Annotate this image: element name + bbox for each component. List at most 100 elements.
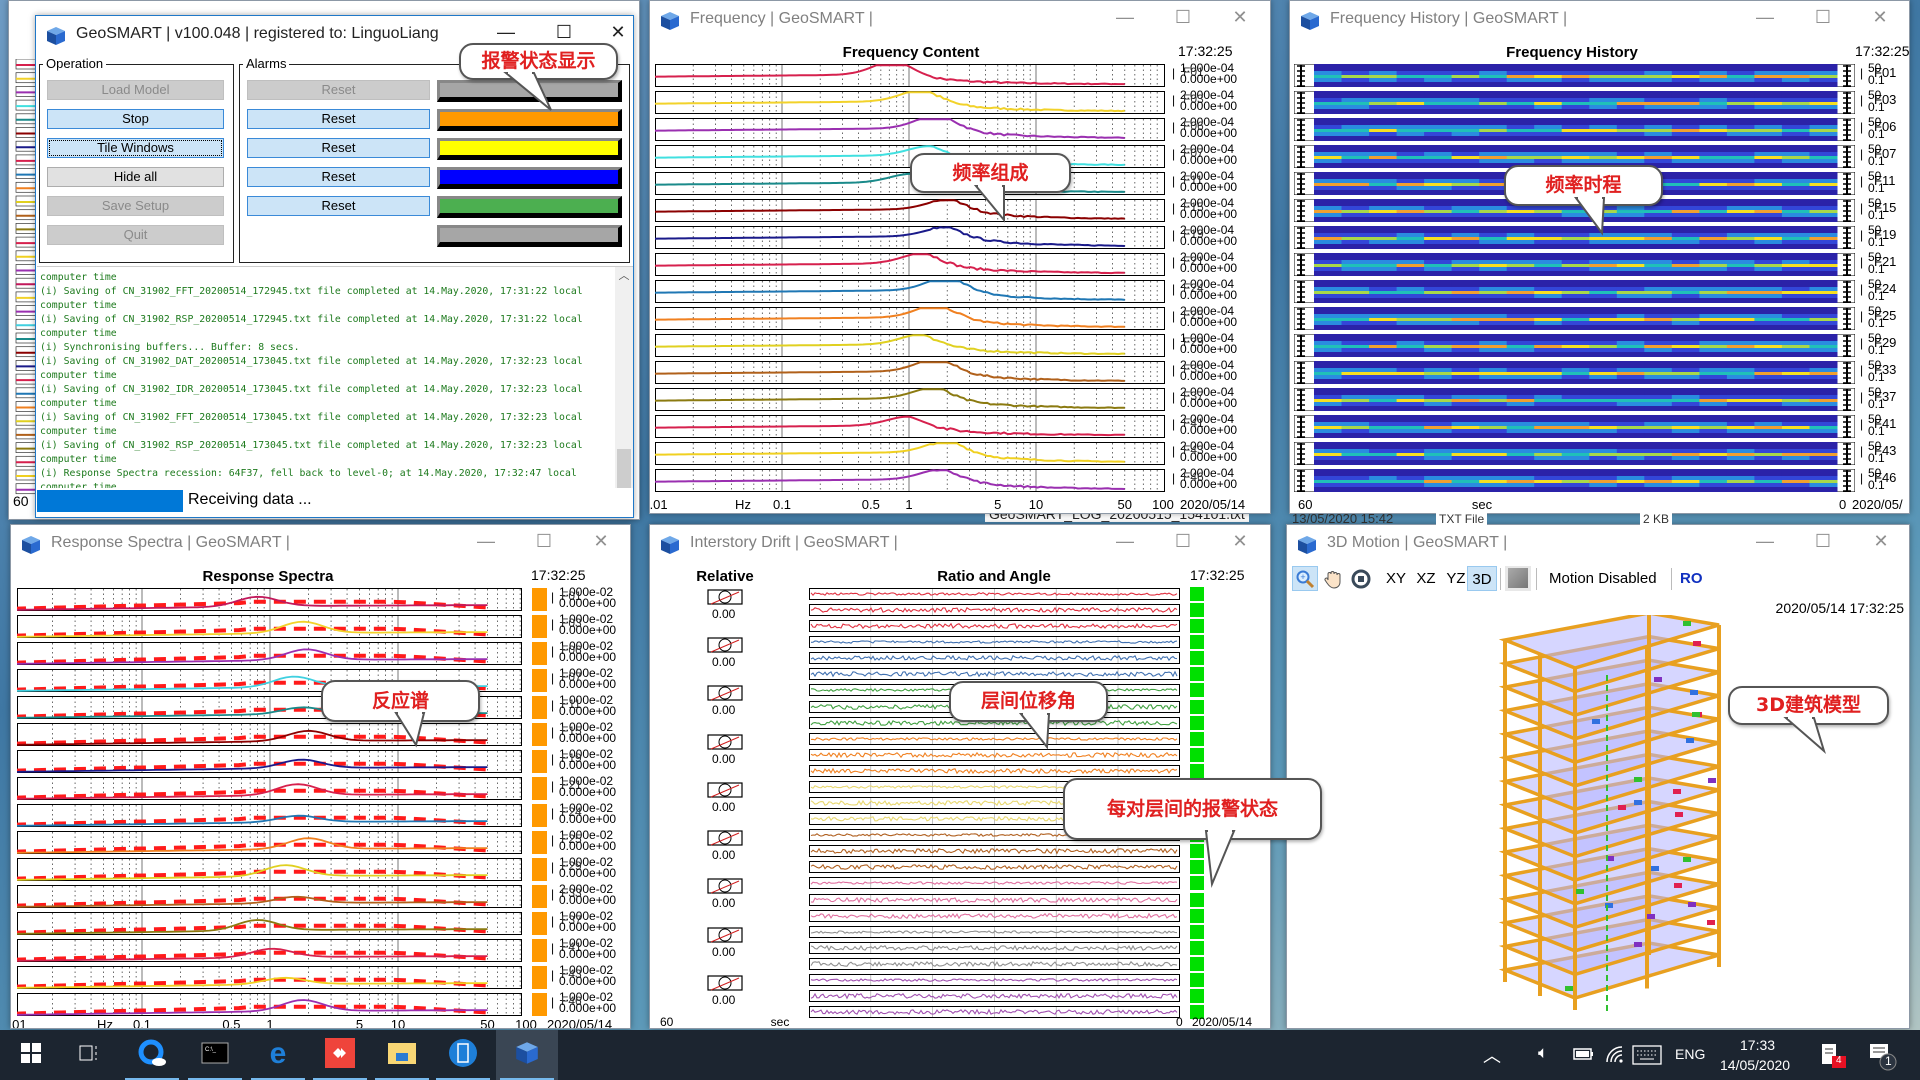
heatmap-cell (1616, 217, 1645, 222)
heatmap-cell (1644, 260, 1673, 264)
clock-time[interactable]: 17:33 (1740, 1037, 1775, 1053)
minimize-button[interactable]: — (466, 531, 506, 552)
file-explorer-taskbar-button[interactable] (371, 1030, 433, 1080)
heatmap-cell (1781, 105, 1810, 109)
view-yz-button[interactable]: YZ (1443, 566, 1469, 591)
heatmap-cell (1451, 226, 1480, 233)
alarm-reset-button[interactable]: Reset (247, 109, 430, 129)
task-view-taskbar-button[interactable] (58, 1030, 120, 1080)
minimize-button[interactable]: — (1745, 531, 1785, 552)
close-button[interactable]: ✕ (581, 531, 621, 552)
alarm-reset-button[interactable]: Reset (247, 167, 430, 187)
heatmap-cell (1314, 179, 1342, 183)
sensor-marker (1688, 902, 1696, 907)
heatmap-cell (1726, 260, 1755, 264)
frequency-title-bar[interactable]: Frequency | GeoSMART | — ☐ ✕ (650, 1, 1270, 39)
language-indicator[interactable]: ENG (1675, 1046, 1705, 1062)
battery-icon[interactable] (1572, 1047, 1594, 1061)
minimize-button[interactable]: — (1745, 7, 1785, 28)
history-title-bar[interactable]: Frequency History | GeoSMART | — ☐ ✕ (1290, 1, 1909, 39)
heatmap-cell (1781, 433, 1810, 438)
heatmap-cell (1369, 426, 1398, 429)
heatmap-cell (1671, 156, 1700, 159)
drift-title-bar[interactable]: Interstory Drift | GeoSMART | — ☐ ✕ (650, 525, 1270, 563)
heatmap-cell (1369, 372, 1398, 375)
heatmap-cell (1699, 183, 1728, 186)
3d-building-model[interactable] (1287, 615, 1907, 1029)
heatmap-cell (1479, 449, 1508, 453)
heatmap-cell (1589, 253, 1618, 260)
close-button[interactable]: ✕ (598, 22, 633, 43)
scroll-thumb[interactable] (617, 449, 631, 488)
phone-taskbar-button[interactable] (432, 1030, 494, 1080)
motion-status[interactable]: Motion Disabled (1549, 566, 1657, 591)
heatmap-cell (1754, 64, 1783, 71)
close-button[interactable]: ✕ (1861, 531, 1901, 552)
motion-title-bar[interactable]: 3D Motion | GeoSMART | — ☐ ✕ (1287, 525, 1909, 563)
maximize-button[interactable]: ☐ (1803, 7, 1843, 28)
zoom-tool-button[interactable]: + (1292, 566, 1318, 591)
heatmap-cell (1671, 271, 1700, 276)
minimize-button[interactable]: — (486, 22, 526, 43)
heatmap-cell (1644, 352, 1673, 357)
heatmap-cell (1506, 75, 1535, 78)
heatmap-cell (1341, 291, 1370, 294)
response-title-bar[interactable]: Response Spectra | GeoSMART | — ☐ ✕ (11, 525, 630, 563)
tile-windows-button[interactable]: Tile Windows (47, 138, 224, 158)
heatmap-cell (1506, 136, 1535, 141)
color-toggle-button[interactable] (1505, 566, 1531, 591)
drift-alarm-indicator (1190, 940, 1204, 955)
volume-icon[interactable]: 🔈︎ (1538, 1043, 1548, 1063)
hide-all-button[interactable]: Hide all (47, 167, 224, 187)
show-hidden-icons-button[interactable]: ︿ (1483, 1042, 1501, 1068)
anydesk-taskbar-button[interactable] (309, 1030, 371, 1080)
maximize-button[interactable]: ☐ (544, 22, 584, 43)
drift-alarm-indicator (1190, 699, 1204, 714)
heatmap-cell (1506, 442, 1535, 449)
scroll-up-icon[interactable]: ︿ (615, 267, 633, 283)
alarm-reset-button[interactable]: Reset (247, 196, 430, 216)
keyboard-icon[interactable] (1632, 1045, 1662, 1065)
heatmap-cell (1699, 294, 1728, 298)
view-xy-button[interactable]: XY (1383, 566, 1409, 591)
clock-date[interactable]: 14/05/2020 (1720, 1057, 1790, 1073)
maximize-button[interactable]: ☐ (1163, 7, 1203, 28)
action-center-icon[interactable] (1868, 1042, 1898, 1072)
heatmap-cell (1369, 395, 1398, 399)
edge-taskbar-button[interactable]: e (247, 1030, 309, 1080)
heatmap-cell (1699, 487, 1728, 492)
view-xz-button[interactable]: XZ (1413, 566, 1439, 591)
heatmap-cell (1671, 469, 1700, 476)
close-button[interactable]: ✕ (1220, 7, 1260, 28)
maximize-button[interactable]: ☐ (524, 531, 564, 552)
close-button[interactable]: ✕ (1860, 7, 1900, 28)
mode-indicator[interactable]: RO (1680, 566, 1703, 591)
heatmap-cell (1341, 388, 1370, 395)
start-taskbar-button[interactable] (0, 1030, 62, 1080)
log-scrollbar[interactable]: ︿ (615, 267, 633, 488)
minimize-button[interactable]: — (1105, 7, 1145, 28)
heatmap-cell (1314, 105, 1342, 109)
close-button[interactable]: ✕ (1220, 531, 1260, 552)
log-panel[interactable]: computer time (i) Saving of CN_31902_FFT_… (37, 266, 633, 488)
qq-browser-taskbar-button[interactable] (121, 1030, 183, 1080)
minimize-button[interactable]: — (1105, 531, 1145, 552)
maximize-button[interactable]: ☐ (1803, 531, 1843, 552)
heatmap-cell (1451, 82, 1480, 87)
rotate-tool-button[interactable] (1349, 566, 1373, 591)
stop-button[interactable]: Stop (47, 109, 224, 129)
terminal-taskbar-button[interactable]: C:\_ (184, 1030, 246, 1080)
geosmart-taskbar-button[interactable] (496, 1030, 558, 1080)
heatmap-cell (1809, 341, 1838, 345)
pan-tool-button[interactable] (1322, 566, 1346, 591)
alarm-reset-button[interactable]: Reset (247, 138, 430, 158)
view-3d-button[interactable]: 3D (1467, 566, 1497, 591)
maximize-button[interactable]: ☐ (1163, 531, 1203, 552)
notification-icon[interactable] (1820, 1042, 1848, 1070)
heatmap-cell (1341, 102, 1370, 105)
wifi-icon[interactable] (1604, 1044, 1626, 1064)
heatmap-cell (1644, 415, 1673, 422)
anydesk-icon (325, 1037, 355, 1073)
heatmap-cell (1534, 64, 1563, 71)
heatmap-cell (1479, 287, 1508, 291)
